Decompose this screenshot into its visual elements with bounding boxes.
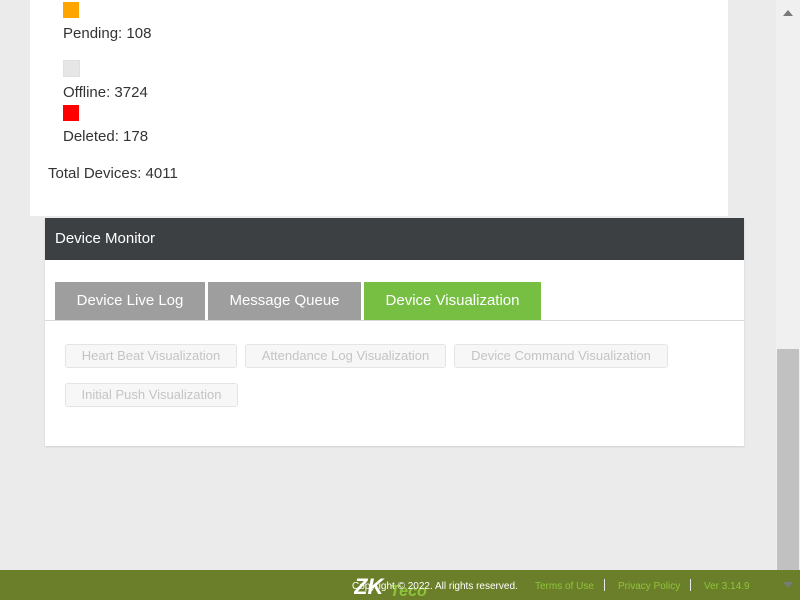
device-monitor-title: Device Monitor — [45, 218, 744, 260]
deleted-color-swatch — [63, 105, 79, 121]
initial-push-visualization-button[interactable]: Initial Push Visualization — [65, 383, 238, 407]
copyright-text: Copyright © 2022. All rights reserved. — [352, 581, 518, 592]
device-monitor-tabs: Device Live Log Message Queue Device Vis… — [45, 260, 744, 321]
total-devices-label: Total Devices: 4011 — [48, 165, 178, 182]
footer: ZK Teco Copyright © 2022. All rights res… — [0, 570, 800, 600]
tab-message-queue[interactable]: Message Queue — [208, 282, 361, 320]
scroll-up-arrow-icon[interactable] — [776, 0, 800, 26]
privacy-policy-link[interactable]: Privacy Policy — [618, 581, 680, 592]
footer-separator — [690, 579, 691, 591]
terms-of-use-link[interactable]: Terms of Use — [535, 581, 594, 592]
offline-color-swatch — [63, 60, 80, 77]
device-command-visualization-button[interactable]: Device Command Visualization — [454, 344, 668, 368]
scrollbar-thumb[interactable] — [777, 349, 799, 570]
tab-device-visualization[interactable]: Device Visualization — [364, 282, 541, 320]
scroll-down-arrow-icon[interactable] — [776, 570, 800, 600]
attendance-log-visualization-button[interactable]: Attendance Log Visualization — [245, 344, 446, 368]
deleted-count-label: Deleted: 178 — [63, 128, 149, 145]
pending-count-label: Pending: 108 — [63, 25, 152, 42]
heart-beat-visualization-button[interactable]: Heart Beat Visualization — [65, 344, 237, 368]
offline-count-label: Offline: 3724 — [63, 84, 148, 101]
device-monitor-panel: Device Monitor Device Live Log Message Q… — [45, 218, 744, 446]
tab-device-live-log[interactable]: Device Live Log — [55, 282, 205, 320]
version-label: Ver 3.14.9 — [704, 581, 750, 592]
device-status-card: Pending: 108 Offline: 3724 Deleted: 178 … — [30, 0, 728, 216]
vertical-scrollbar[interactable] — [776, 0, 800, 570]
pending-color-swatch — [63, 2, 79, 18]
footer-separator — [604, 579, 605, 591]
